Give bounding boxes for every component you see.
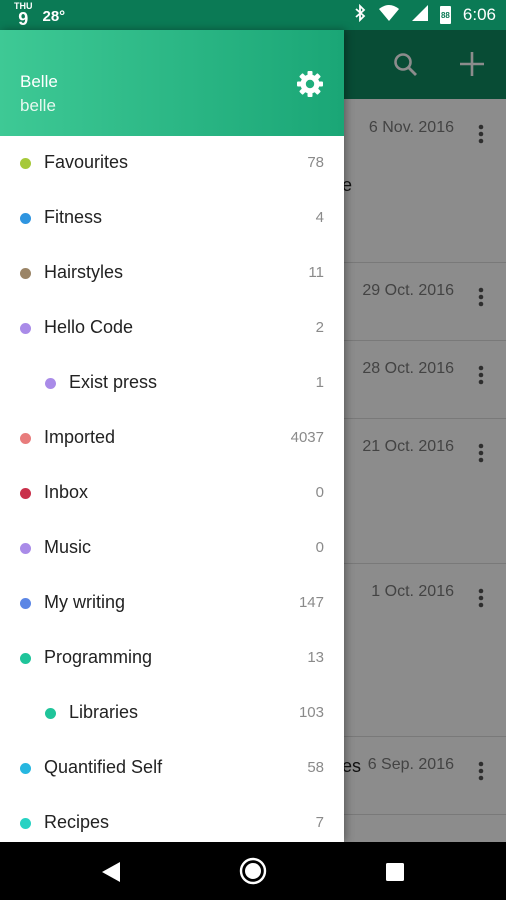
- folder-count: 7: [315, 814, 324, 831]
- folder-count: 78: [307, 154, 324, 171]
- folder-item-hello-code[interactable]: Hello Code 2: [0, 301, 344, 356]
- folder-item-music[interactable]: Music 0: [0, 521, 344, 576]
- folder-item-quantified-self[interactable]: Quantified Self 58: [0, 741, 344, 796]
- status-date: 9: [18, 9, 29, 29]
- calendar-widget: THU 9: [14, 2, 33, 29]
- folder-count: 103: [298, 704, 324, 721]
- back-icon[interactable]: [101, 861, 121, 888]
- recent-apps-icon[interactable]: [386, 863, 404, 886]
- folder-count: 2: [315, 319, 324, 336]
- system-navigation-bar: [0, 842, 506, 900]
- folder-color-dot: [20, 433, 31, 444]
- folder-name: Recipes: [44, 812, 110, 832]
- folder-count: 0: [315, 484, 324, 501]
- folder-item-inbox[interactable]: Inbox 0: [0, 466, 344, 521]
- folder-color-dot: [20, 653, 31, 664]
- folder-color-dot: [20, 213, 31, 224]
- settings-gear-icon[interactable]: [296, 70, 324, 103]
- folder-count: 147: [298, 594, 324, 611]
- folder-item-hairstyles[interactable]: Hairstyles 11: [0, 246, 344, 301]
- folder-name: Inbox: [44, 482, 89, 502]
- folder-color-dot: [20, 818, 31, 829]
- battery-level: 88: [440, 11, 450, 20]
- folder-count: 0: [315, 539, 324, 556]
- home-icon[interactable]: [239, 857, 267, 890]
- folder-color-dot: [20, 763, 31, 774]
- folder-name: Hairstyles: [44, 262, 124, 282]
- folder-color-dot: [20, 488, 31, 499]
- folder-name: Programming: [44, 647, 153, 667]
- folder-name: Quantified Self: [44, 757, 163, 777]
- folder-item-imported[interactable]: Imported 4037: [0, 411, 344, 466]
- folder-count: 11: [308, 264, 324, 281]
- user-name: Belle: [20, 72, 58, 91]
- status-temperature: 28°: [42, 8, 66, 25]
- folder-name: Favourites: [44, 152, 129, 172]
- status-time: 6:06: [462, 5, 496, 24]
- folder-name: Exist press: [69, 372, 158, 392]
- user-handle: belle: [20, 96, 56, 115]
- navigation-drawer: Belle belle Favourites 78 Fitness 4 Hair…: [0, 30, 344, 842]
- folder-name: Imported: [44, 427, 116, 447]
- folder-color-dot: [20, 268, 31, 279]
- folder-item-recipes[interactable]: Recipes 7: [0, 796, 344, 842]
- folder-name: Music: [44, 537, 92, 557]
- folder-item-fitness[interactable]: Fitness 4: [0, 191, 344, 246]
- folder-color-dot: [45, 708, 56, 719]
- battery-icon: 88: [439, 6, 451, 24]
- status-bar: THU 9 28° 88 6:06: [0, 0, 506, 30]
- folder-item-favourites[interactable]: Favourites 78: [0, 136, 344, 191]
- folder-count: 1: [315, 374, 324, 391]
- folder-count: 4037: [290, 429, 324, 446]
- folder-count: 13: [307, 649, 324, 666]
- folder-item-libraries[interactable]: Libraries 103: [0, 686, 344, 741]
- drawer-header: Belle belle: [0, 30, 344, 136]
- folder-item-programming[interactable]: Programming 13: [0, 631, 344, 686]
- folder-item-my-writing[interactable]: My writing 147: [0, 576, 344, 631]
- bluetooth-icon: [354, 3, 366, 27]
- folder-color-dot: [20, 323, 31, 334]
- folder-color-dot: [45, 378, 56, 389]
- folder-count: 4: [315, 209, 324, 226]
- folder-name: My writing: [44, 592, 126, 612]
- cell-signal-icon: [411, 4, 428, 26]
- folder-item-exist-press[interactable]: Exist press 1: [0, 356, 344, 411]
- folder-name: Libraries: [69, 702, 139, 722]
- folder-color-dot: [20, 543, 31, 554]
- folder-color-dot: [20, 158, 31, 169]
- wifi-icon: [378, 4, 400, 27]
- folder-color-dot: [20, 598, 31, 609]
- folder-name: Hello Code: [44, 317, 134, 337]
- folder-count: 58: [307, 759, 324, 776]
- folder-name: Fitness: [44, 207, 103, 227]
